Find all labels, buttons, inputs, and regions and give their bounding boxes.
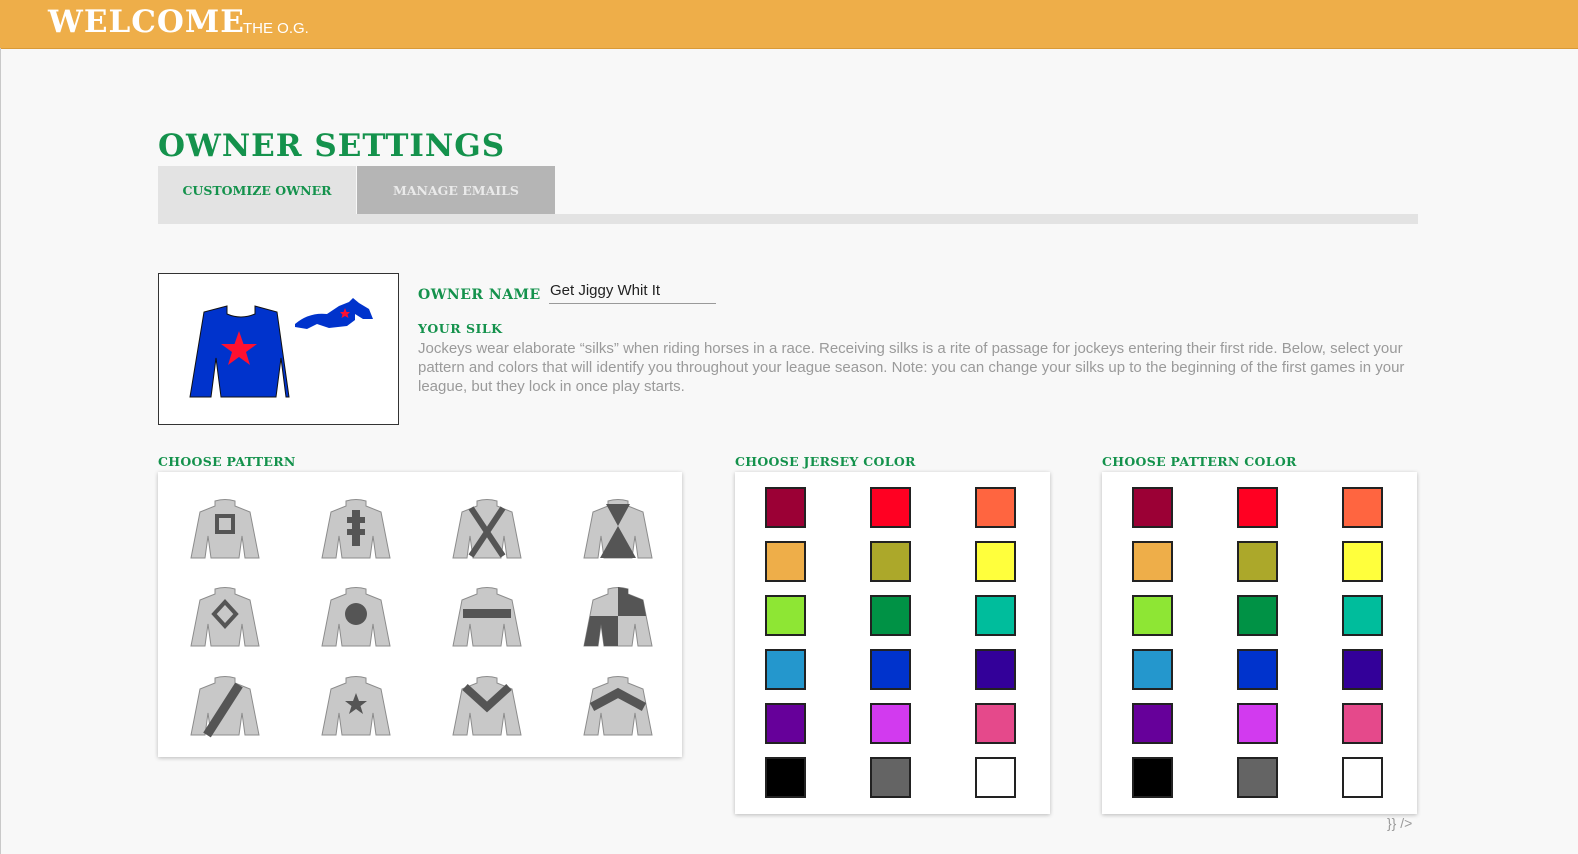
silk-description: Jockeys wear elaborate “silks” when ridi…: [418, 340, 1405, 395]
pattern-color-swatch[interactable]: [1342, 649, 1383, 690]
page-title: OWNER SETTINGS: [158, 128, 506, 164]
pattern-color-swatch[interactable]: [1132, 541, 1173, 582]
pattern-color-swatch[interactable]: [1237, 703, 1278, 744]
pattern-color-swatch[interactable]: [1132, 649, 1173, 690]
your-silk-heading: YOUR SILK: [418, 321, 503, 336]
pattern-option-circle[interactable]: [320, 582, 392, 652]
pattern-color-swatch[interactable]: [1237, 541, 1278, 582]
jersey-color-swatch[interactable]: [975, 541, 1016, 582]
racing-horse-icon: [295, 298, 373, 329]
jersey-cross-icon: [321, 499, 391, 559]
jersey-sash-icon: [190, 676, 260, 738]
jersey-color-swatch[interactable]: [870, 541, 911, 582]
settings-tabs: CUSTOMIZE OWNER MANAGE EMAILS: [158, 166, 1418, 224]
jersey-color-swatch[interactable]: [870, 703, 911, 744]
pattern-picker: [158, 472, 682, 757]
pattern-option-square[interactable]: [189, 494, 261, 564]
jersey-color-swatch[interactable]: [765, 757, 806, 798]
jersey-color-picker: [735, 472, 1050, 814]
jersey-color-swatch[interactable]: [870, 487, 911, 528]
jersey-color-swatch[interactable]: [975, 703, 1016, 744]
jersey-band-icon: [452, 587, 522, 647]
stray-markup-text: }} />: [1387, 815, 1413, 831]
pattern-option-chevron[interactable]: [451, 671, 523, 741]
pattern-color-swatch[interactable]: [1237, 595, 1278, 636]
pattern-color-swatch[interactable]: [1132, 703, 1173, 744]
pattern-color-swatch[interactable]: [1237, 757, 1278, 798]
jersey-color-swatch[interactable]: [765, 595, 806, 636]
jersey-color-swatch[interactable]: [765, 649, 806, 690]
tab-customize-owner[interactable]: CUSTOMIZE OWNER: [158, 166, 356, 214]
jersey-square-icon: [190, 499, 260, 559]
pattern-color-swatch[interactable]: [1132, 595, 1173, 636]
tab-underline: [158, 214, 1418, 224]
jersey-star-icon: [321, 676, 391, 736]
pattern-option-hourglass[interactable]: [582, 494, 654, 564]
pattern-color-swatch[interactable]: [1237, 649, 1278, 690]
pattern-option-star[interactable]: [320, 671, 392, 741]
pattern-option-x-cross[interactable]: [451, 494, 523, 564]
user-name: THE O.G.: [243, 20, 309, 37]
pattern-color-swatch[interactable]: [1342, 595, 1383, 636]
pattern-option-cross[interactable]: [320, 494, 392, 564]
pattern-color-swatch[interactable]: [1132, 757, 1173, 798]
pattern-grid: [158, 472, 682, 757]
jersey-color-swatch[interactable]: [975, 649, 1016, 690]
pattern-option-sash[interactable]: [189, 671, 261, 741]
jersey-chevron-icon: [452, 676, 522, 736]
pattern-color-swatch[interactable]: [1342, 703, 1383, 744]
jersey-hourglass-icon: [583, 499, 653, 559]
owner-name-input[interactable]: [549, 278, 716, 304]
jersey-color-swatch[interactable]: [870, 595, 911, 636]
pattern-color-swatch[interactable]: [1342, 541, 1383, 582]
jersey-inverted-chevron-icon: [583, 676, 653, 736]
owner-name-label: OWNER NAME: [418, 287, 541, 303]
tab-manage-emails[interactable]: MANAGE EMAILS: [357, 166, 555, 214]
pattern-color-swatch[interactable]: [1132, 487, 1173, 528]
jersey-color-swatch[interactable]: [765, 487, 806, 528]
silk-preview: [158, 273, 399, 425]
choose-pattern-color-label: CHOOSE PATTERN COLOR: [1102, 454, 1297, 469]
jersey-color-swatch[interactable]: [975, 487, 1016, 528]
choose-jersey-color-label: CHOOSE JERSEY COLOR: [735, 454, 916, 469]
welcome-title: WELCOME: [48, 4, 245, 40]
pattern-color-swatch[interactable]: [1342, 757, 1383, 798]
jersey-color-swatch[interactable]: [765, 703, 806, 744]
jersey-x-cross-icon: [452, 499, 522, 559]
top-bar: WELCOME THE O.G.: [0, 0, 1578, 49]
jersey-quarters-icon: [583, 587, 653, 647]
pattern-option-band[interactable]: [451, 582, 523, 652]
page-edge: [0, 48, 1, 854]
silk-preview-graphic: [189, 298, 373, 398]
pattern-color-swatch[interactable]: [1237, 487, 1278, 528]
jersey-color-swatch[interactable]: [975, 757, 1016, 798]
jersey-circle-icon: [321, 587, 391, 647]
jersey-diamond-icon: [190, 587, 260, 647]
jersey-color-swatch[interactable]: [765, 541, 806, 582]
jersey-color-swatch[interactable]: [870, 757, 911, 798]
pattern-color-picker: [1102, 472, 1417, 814]
jersey-color-swatch[interactable]: [870, 649, 911, 690]
pattern-option-quarters[interactable]: [582, 582, 654, 652]
jersey-color-swatch[interactable]: [975, 595, 1016, 636]
pattern-option-diamond[interactable]: [189, 582, 261, 652]
choose-pattern-label: CHOOSE PATTERN: [158, 454, 296, 469]
pattern-option-inverted-chevron[interactable]: [582, 671, 654, 741]
pattern-color-swatch[interactable]: [1342, 487, 1383, 528]
